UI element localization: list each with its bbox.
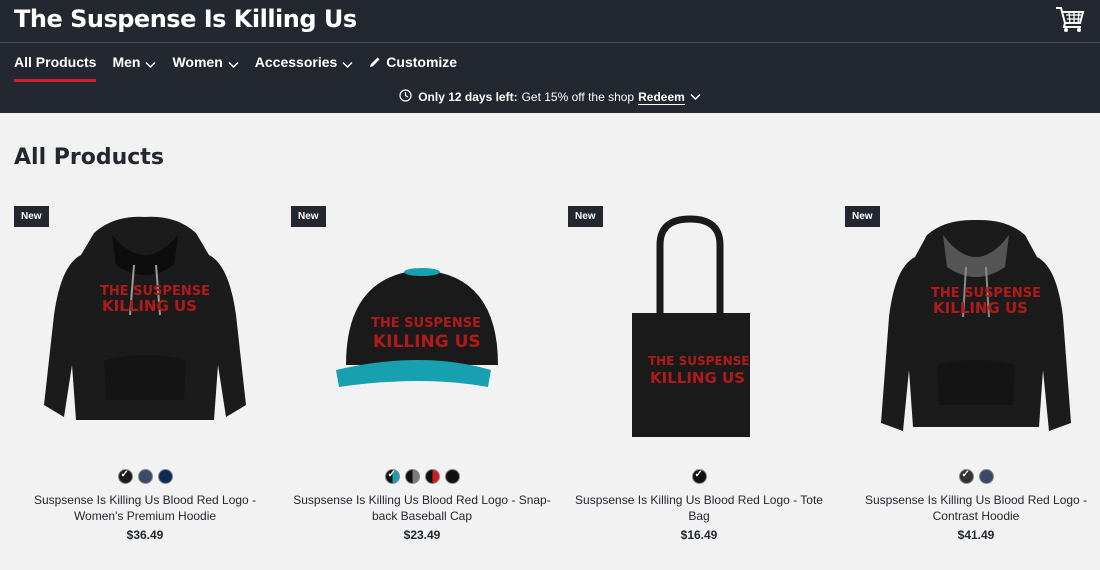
nav-item-women[interactable]: Women [172, 54, 239, 82]
product-card[interactable]: New THE SUSPENSE KILLING US Suspsense Is… [14, 205, 276, 550]
svg-text:THE SUSPENSE: THE SUSPENSE [371, 316, 481, 331]
new-badge: New [14, 206, 49, 227]
product-image-snapback-cap[interactable]: THE SUSPENSE KILLING US [291, 205, 553, 453]
color-swatch[interactable] [117, 469, 133, 484]
color-swatch[interactable] [137, 469, 153, 484]
color-swatch[interactable] [384, 469, 400, 484]
page-title: All Products [14, 145, 164, 170]
nav-item-label: Women [172, 54, 223, 70]
color-swatches [568, 469, 830, 484]
color-swatch[interactable] [978, 469, 994, 484]
color-swatch[interactable] [424, 469, 440, 484]
product-name[interactable]: Suspsense Is Killing Us Blood Red Logo -… [568, 492, 830, 524]
product-image-contrast-hoodie[interactable]: THE SUSPENSE KILLING US [845, 205, 1100, 453]
cart-icon[interactable] [1054, 4, 1086, 34]
nav-item-label: Customize [386, 54, 458, 70]
chevron-down-icon[interactable] [690, 90, 701, 104]
product-card[interactable]: New THE SUSPENSE KILLING US Suspsense Is… [291, 205, 553, 550]
color-swatch[interactable] [691, 469, 707, 484]
new-badge: New [291, 206, 326, 227]
chevron-down-icon [145, 56, 156, 72]
color-swatch[interactable] [958, 469, 974, 484]
product-card[interactable]: New THE SUSPENSE KILLING US Suspsense Is… [568, 205, 830, 550]
promo-text: Get 15% off the shop [521, 90, 635, 104]
color-swatch[interactable] [404, 469, 420, 484]
nav-item-label: Men [112, 54, 141, 70]
product-price: $41.49 [957, 528, 995, 542]
svg-text:KILLING US: KILLING US [373, 332, 481, 352]
new-badge: New [568, 206, 603, 227]
header-divider [0, 42, 1100, 43]
promo-banner: Only 12 days left: Get 15% off the shop … [0, 89, 1100, 105]
product-price: $36.49 [126, 528, 164, 542]
color-swatches [14, 469, 276, 484]
product-image-womens-hoodie[interactable]: THE SUSPENSE KILLING US [14, 205, 276, 453]
new-badge: New [845, 206, 880, 227]
color-swatches [845, 469, 1100, 484]
svg-text:KILLING US: KILLING US [102, 297, 197, 315]
nav-item-label: All Products [14, 54, 97, 70]
product-price: $23.49 [403, 528, 441, 542]
chevron-down-icon [342, 56, 353, 72]
nav-item-label: Accessories [254, 54, 338, 70]
color-swatch[interactable] [444, 469, 460, 484]
product-price: $16.49 [680, 528, 718, 542]
svg-text:KILLING US: KILLING US [933, 299, 1028, 317]
redeem-link[interactable]: Redeem [638, 90, 685, 105]
clock-icon [399, 89, 412, 105]
nav-item-men[interactable]: Men [112, 54, 156, 82]
promo-highlight: Only 12 days left: [418, 90, 518, 104]
svg-text:KILLING US: KILLING US [650, 369, 745, 387]
color-swatch[interactable] [157, 469, 173, 484]
shop-title[interactable]: The Suspense Is Killing Us [14, 5, 357, 33]
product-card[interactable]: New THE SUSPENSE KILLING US Suspsense Is… [845, 205, 1100, 550]
product-name[interactable]: Suspsense Is Killing Us Blood Red Logo -… [14, 492, 276, 524]
color-swatches [291, 469, 553, 484]
product-image-tote-bag[interactable]: THE SUSPENSE KILLING US [568, 205, 830, 453]
pencil-icon [369, 55, 381, 71]
product-name[interactable]: Suspsense Is Killing Us Blood Red Logo -… [845, 492, 1100, 524]
main-nav: All Products Men Women Accessories Custo… [14, 54, 473, 84]
top-bar: The Suspense Is Killing Us All Products … [0, 0, 1100, 113]
chevron-down-icon [228, 56, 239, 72]
svg-text:THE SUSPENSE: THE SUSPENSE [648, 354, 750, 368]
nav-item-all-products[interactable]: All Products [14, 54, 97, 82]
product-name[interactable]: Suspsense Is Killing Us Blood Red Logo -… [291, 492, 553, 524]
nav-item-accessories[interactable]: Accessories [255, 54, 354, 82]
nav-item-customize[interactable]: Customize [369, 54, 457, 82]
